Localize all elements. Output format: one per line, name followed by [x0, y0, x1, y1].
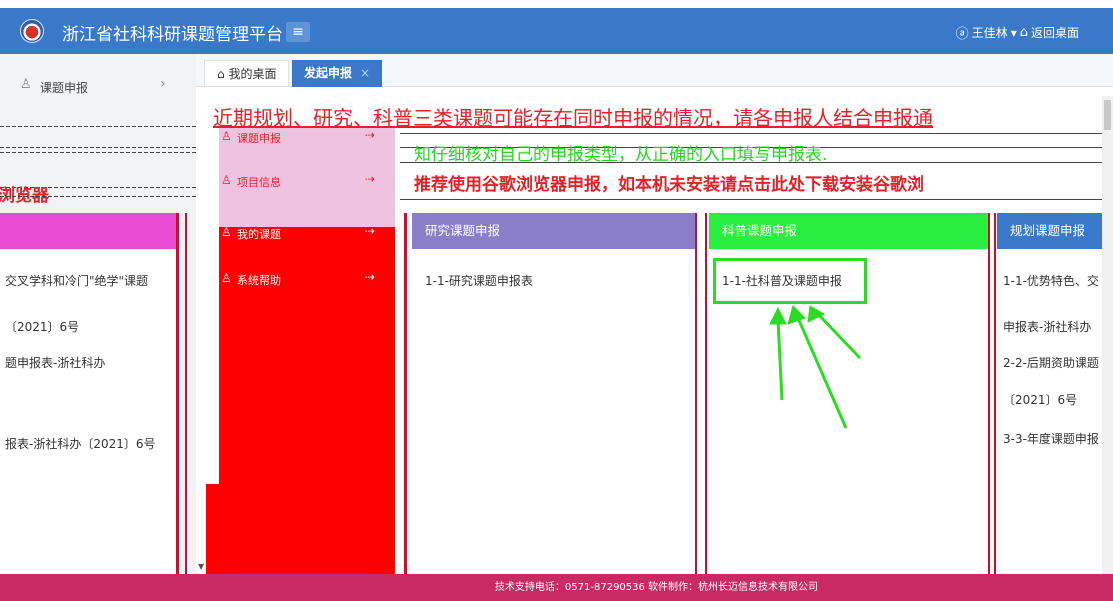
home-icon[interactable]: ⌂ — [1020, 25, 1028, 40]
divider — [0, 152, 196, 153]
dropdown-shadow — [206, 484, 220, 574]
list-item[interactable]: 申报表-浙社科办 — [1003, 318, 1091, 335]
dropdown-menu-lower: ♙ 我的课题 ⇢ ♙ 系统帮助 ⇢ — [219, 224, 395, 574]
footer: 技术支持电话：0571-87290536 软件制作：杭州长迈信息技术有限公司 — [0, 574, 1113, 601]
arrow-right-icon: ⇢ — [365, 270, 376, 284]
list-item[interactable]: 2-2-后期资助课题 — [1003, 354, 1099, 371]
dropdown-menu: ♙ 课题申报 ⇢ ♙ 项目信息 ⇢ — [219, 127, 395, 227]
person-icon: ♙ — [221, 225, 232, 239]
dropdown-item-label: 我的课题 — [237, 228, 281, 241]
list-item[interactable]: 1-1-优势特色、交 — [1003, 272, 1099, 289]
column-header-plan: 规划课题申报 — [997, 213, 1113, 249]
tab-start-application[interactable]: 发起申报 × — [292, 60, 383, 87]
research-apply-link[interactable]: 1-1-研究课题申报表 — [425, 272, 533, 289]
vertical-scrollbar[interactable] — [1102, 96, 1113, 574]
pointer-arrows — [769, 305, 862, 429]
sidebar-item-label: 课题申报 — [40, 81, 89, 95]
arrow-head-icon — [769, 306, 787, 325]
chevron-right-icon: › — [160, 76, 166, 92]
hamburger-icon: ≡ — [292, 24, 304, 40]
page-root: 浙江省社科科研课题管理平台 ≡ ⓐ 王佳林 ▾ ⌂ 返回桌面 ♙ 课题申报 › … — [0, 0, 1113, 601]
dropdown-item-label: 项目信息 — [237, 176, 281, 189]
column-research: 研究课题申报 1-1-研究课题申报表 — [412, 213, 695, 574]
list-item[interactable]: 〔2021〕6号 — [1003, 391, 1077, 408]
arrow-right-icon: ⇢ — [365, 172, 376, 186]
tab-bar: ⌂ 我的桌面 发起申报 × — [196, 54, 1113, 87]
divider — [400, 199, 1102, 200]
app-title: 浙江省社科科研课题管理平台 — [62, 25, 283, 45]
list-item[interactable]: 〔2021〕6号 — [5, 318, 79, 335]
user-area: ⓐ 王佳林 ▾ ⌂ 返回桌面 — [956, 23, 1079, 42]
person-icon: ♙ — [221, 129, 232, 143]
column-header-research: 研究课题申报 — [412, 213, 695, 249]
close-icon[interactable]: × — [360, 66, 370, 80]
column-plan: 规划课题申报 1-1-优势特色、交 申报表-浙社科办 2-2-后期资助课题 〔2… — [997, 213, 1113, 574]
person-icon: ♙ — [221, 173, 232, 187]
column-border — [185, 213, 187, 574]
highlight-box — [713, 258, 867, 304]
list-item[interactable]: 交叉学科和冷门"绝学"课题 — [5, 272, 148, 289]
person-icon: ♙ — [20, 77, 32, 92]
dropdown-item-project-info[interactable]: ♙ 项目信息 ⇢ — [219, 171, 395, 191]
notice-line-1: 近期规划、研究、科普三类课题可能存在同时申报的情况，请各申报人结合申报通 — [213, 106, 933, 130]
list-item[interactable]: 3-3-年度课题申报 — [1003, 430, 1099, 447]
person-icon: ♙ — [221, 271, 232, 285]
dropdown-item-label: 系统帮助 — [237, 274, 281, 287]
home-icon: ⌂ — [217, 67, 229, 81]
user-name[interactable]: 王佳林 — [972, 24, 1008, 41]
scrollbar-thumb[interactable] — [1104, 100, 1111, 130]
platform-logo — [20, 19, 44, 43]
dropdown-item-help[interactable]: ♙ 系统帮助 ⇢ — [219, 269, 395, 289]
arrow-right-icon: ⇢ — [365, 224, 376, 238]
tab-my-desktop[interactable]: ⌂ 我的桌面 — [204, 60, 290, 87]
dropdown-item-label: 课题申报 — [237, 132, 281, 145]
back-to-desktop-link[interactable]: 返回桌面 — [1031, 24, 1079, 41]
arrow-head-icon — [787, 305, 806, 325]
column-header-science: 科普课题申报 — [709, 213, 988, 249]
divider — [0, 126, 196, 127]
user-icon: ⓐ — [955, 27, 969, 42]
column-border — [176, 213, 179, 574]
column-border — [988, 213, 990, 574]
sidebar-item-apply[interactable]: ♙ 课题申报 › — [0, 76, 196, 100]
divider — [400, 133, 1102, 134]
browser-notice-fragment: 浏览器 — [0, 186, 49, 206]
tab-label: 我的桌面 — [228, 67, 277, 81]
column-border — [404, 213, 407, 574]
caret-down-icon[interactable]: ▾ — [1011, 26, 1017, 40]
divider — [400, 162, 1102, 163]
column-header — [0, 213, 176, 249]
divider — [0, 196, 196, 197]
list-item[interactable]: 报表-浙社科办〔2021〕6号 — [5, 435, 156, 452]
list-item[interactable]: 题申报表-浙社科办 — [5, 354, 105, 371]
column-left-partial: 交叉学科和冷门"绝学"课题 〔2021〕6号 题申报表-浙社科办 报表-浙社科办… — [0, 213, 176, 574]
scroll-down-icon[interactable]: ▼ — [198, 562, 204, 571]
notice-line-3-download-link[interactable]: 推荐使用谷歌浏览器申报，如本机未安装请点击此处下载安装谷歌浏 — [414, 170, 924, 195]
divider — [0, 147, 196, 148]
column-border — [994, 213, 996, 574]
menu-toggle-button[interactable]: ≡ — [286, 22, 310, 42]
tab-label: 发起申报 — [304, 66, 353, 80]
column-border — [705, 213, 707, 574]
top-header: 浙江省社科科研课题管理平台 ≡ ⓐ 王佳林 ▾ ⌂ 返回桌面 — [0, 8, 1113, 54]
dropdown-item-my-projects[interactable]: ♙ 我的课题 ⇢ — [219, 223, 395, 243]
column-border — [695, 213, 697, 574]
